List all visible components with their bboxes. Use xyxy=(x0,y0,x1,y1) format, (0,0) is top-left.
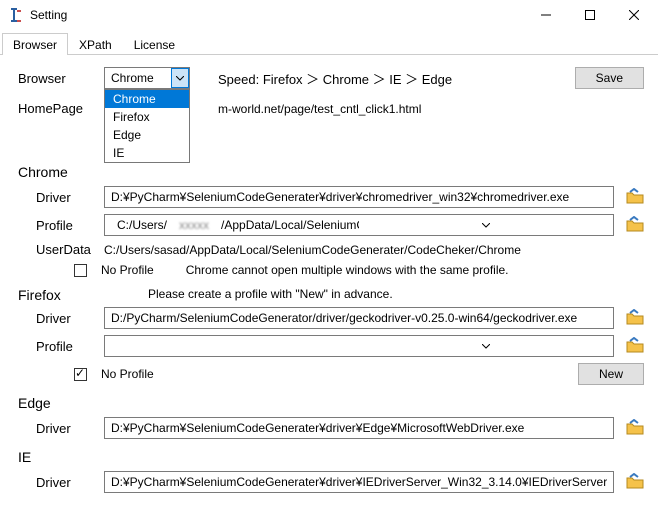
tab-browser[interactable]: Browser xyxy=(2,33,68,55)
ie-section: IE xyxy=(18,449,644,465)
chevron-down-icon xyxy=(359,215,613,235)
app-icon xyxy=(8,7,24,23)
folder-icon[interactable] xyxy=(626,188,644,206)
browser-option-firefox[interactable]: Firefox xyxy=(105,108,189,126)
folder-icon[interactable] xyxy=(626,419,644,437)
folder-icon[interactable] xyxy=(626,309,644,327)
close-button[interactable] xyxy=(612,1,656,29)
browser-select[interactable]: Chrome xyxy=(104,67,190,89)
firefox-note: Please create a profile with "New" in ad… xyxy=(148,287,393,301)
firefox-noprofile-label: No Profile xyxy=(101,367,154,381)
browser-option-chrome[interactable]: Chrome xyxy=(105,90,189,108)
firefox-driver-label: Driver xyxy=(36,311,96,326)
tab-license[interactable]: License xyxy=(123,33,186,55)
ie-driver-input[interactable] xyxy=(104,471,614,493)
folder-icon[interactable] xyxy=(626,216,644,234)
window-title: Setting xyxy=(30,8,524,22)
chevron-down-icon xyxy=(359,336,613,356)
homepage-label: HomePage xyxy=(18,101,96,116)
edge-driver-label: Driver xyxy=(36,421,96,436)
chrome-section: Chrome xyxy=(18,164,644,180)
homepage-visible: m-world.net/page/test_cntl_click1.html xyxy=(218,102,421,116)
browser-label: Browser xyxy=(18,71,96,86)
ie-driver-label: Driver xyxy=(36,475,96,490)
edge-driver-input[interactable] xyxy=(104,417,614,439)
chrome-driver-label: Driver xyxy=(36,190,96,205)
firefox-noprofile-checkbox[interactable] xyxy=(74,368,87,381)
chrome-userdata-label: UserData xyxy=(36,242,96,257)
browser-select-value: Chrome xyxy=(105,71,171,85)
chrome-profile-select[interactable]: C:/Users/xxxxx/AppData/Local/SeleniumCod… xyxy=(104,214,614,236)
firefox-profile-select[interactable] xyxy=(104,335,614,357)
minimize-button[interactable] xyxy=(524,1,568,29)
speed-text: Speed: Firefox ＞ Chrome ＞ IE ＞ Edge xyxy=(218,69,452,88)
chrome-note: Chrome cannot open multiple windows with… xyxy=(186,263,509,277)
edge-section: Edge xyxy=(18,395,644,411)
tabs: Browser XPath License xyxy=(0,32,658,55)
chrome-noprofile-checkbox[interactable] xyxy=(74,264,87,277)
chrome-profile-label: Profile xyxy=(36,218,96,233)
maximize-button[interactable] xyxy=(568,1,612,29)
browser-option-edge[interactable]: Edge xyxy=(105,126,189,144)
firefox-driver-input[interactable] xyxy=(104,307,614,329)
chrome-profile-value: C:/Users/xxxxx/AppData/Local/SeleniumCod… xyxy=(105,218,359,232)
chrome-noprofile-label: No Profile xyxy=(101,263,154,277)
titlebar: Setting xyxy=(0,0,658,30)
chrome-userdata-value: C:/Users/sasad/AppData/Local/SeleniumCod… xyxy=(104,243,521,257)
chrome-driver-input[interactable] xyxy=(104,186,614,208)
tab-xpath[interactable]: XPath xyxy=(68,33,123,55)
folder-icon[interactable] xyxy=(626,473,644,491)
new-button[interactable]: New xyxy=(578,363,644,385)
chevron-down-icon xyxy=(171,68,189,88)
folder-icon[interactable] xyxy=(626,337,644,355)
firefox-profile-label: Profile xyxy=(36,339,96,354)
browser-option-ie[interactable]: IE xyxy=(105,144,189,162)
browser-dropdown: Chrome Firefox Edge IE xyxy=(104,89,190,163)
save-button[interactable]: Save xyxy=(575,67,644,89)
